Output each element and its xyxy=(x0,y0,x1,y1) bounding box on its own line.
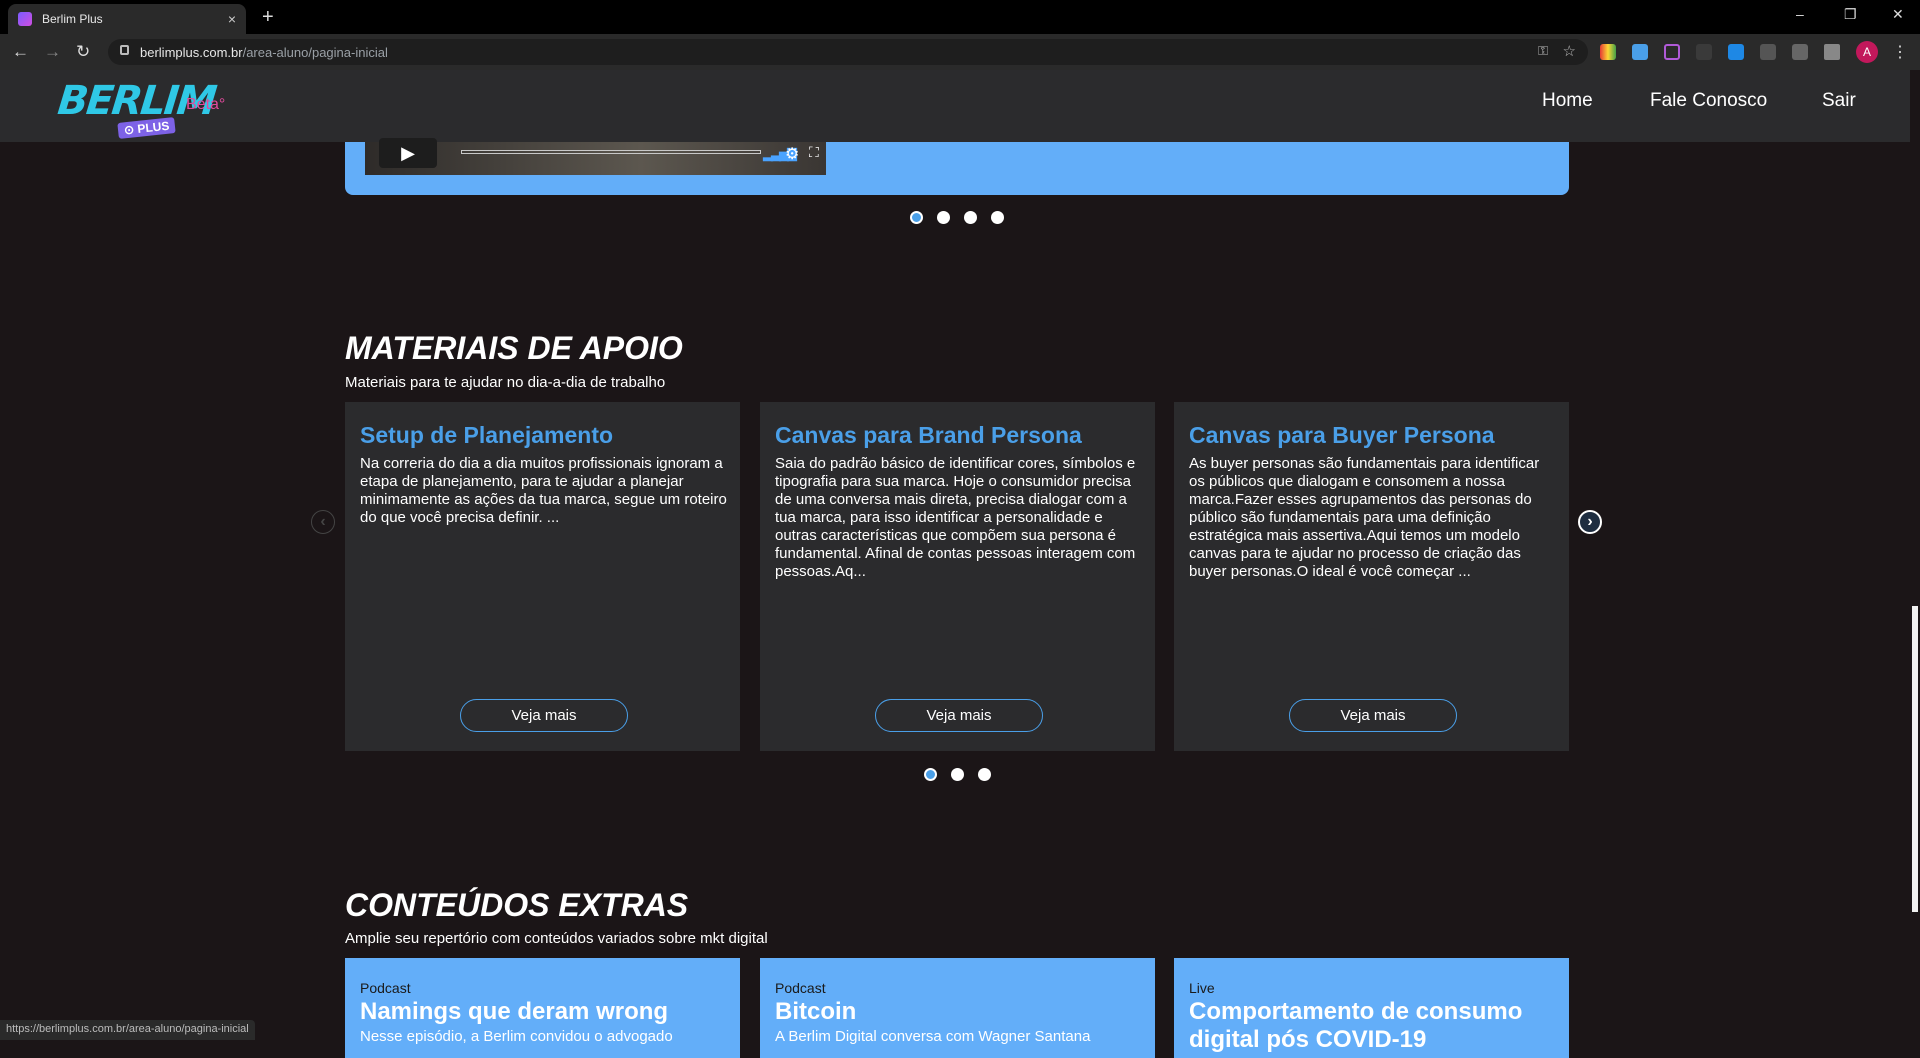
browser-tabbar: Berlim Plus × + – ❐ ✕ xyxy=(0,0,1920,34)
carousel-dot[interactable] xyxy=(991,211,1004,224)
card-text: As buyer personas são fundamentais para … xyxy=(1189,455,1540,580)
extension-code-icon[interactable] xyxy=(1792,44,1808,60)
window-close-icon[interactable]: ✕ xyxy=(1892,6,1904,23)
card-title[interactable]: Canvas para Brand Persona xyxy=(775,422,1082,449)
nav-home[interactable]: Home xyxy=(1542,90,1593,112)
materiais-subtitle: Materiais para te ajudar no dia-a-dia de… xyxy=(345,374,666,391)
card-title[interactable]: Canvas para Buyer Persona xyxy=(1189,422,1495,449)
extra-tag: Podcast xyxy=(360,980,411,996)
nav-sair[interactable]: Sair xyxy=(1822,90,1856,112)
carousel-prev-button[interactable]: ‹ xyxy=(311,510,335,534)
video-carousel-dots xyxy=(910,211,1004,224)
extra-title[interactable]: Comportamento de consumo digital pós COV… xyxy=(1189,998,1564,1054)
video-progress-bar[interactable] xyxy=(461,150,761,154)
extra-card[interactable]: Podcast Bitcoin A Berlim Digital convers… xyxy=(760,958,1155,1058)
extra-tag: Live xyxy=(1189,980,1215,996)
extension-pen-icon[interactable] xyxy=(1632,44,1648,60)
address-bar-row: ← → ↻ berlimplus.com.br/area-aluno/pagin… xyxy=(0,34,1920,70)
video-player[interactable]: ▶ ▂▃▅▇ ⚙ ⛶ xyxy=(365,138,826,175)
veja-mais-button[interactable]: Veja mais xyxy=(1289,699,1457,732)
url-field[interactable]: berlimplus.com.br/area-aluno/pagina-inic… xyxy=(108,39,1588,65)
beta-label: Beta° xyxy=(186,96,226,113)
materiais-carousel-dots xyxy=(924,768,991,781)
extras-subtitle: Amplie seu repertório com conteúdos vari… xyxy=(345,930,768,947)
berlim-logo[interactable]: BERLIM ⊙ PLUS xyxy=(56,76,217,140)
material-card: Setup de Planejamento Na correria do dia… xyxy=(345,402,740,751)
nav-fale-conosco[interactable]: Fale Conosco xyxy=(1650,90,1767,112)
minimize-icon[interactable]: – xyxy=(1796,6,1804,22)
lock-icon xyxy=(120,45,129,55)
play-icon[interactable]: ▶ xyxy=(379,138,437,168)
browser-menu-icon[interactable]: ⋮ xyxy=(1892,42,1908,62)
veja-mais-button[interactable]: Veja mais xyxy=(875,699,1043,732)
extra-title[interactable]: Namings que deram wrong xyxy=(360,998,735,1026)
extra-card[interactable]: Podcast Namings que deram wrong Nesse ep… xyxy=(345,958,740,1058)
favicon-icon xyxy=(18,12,32,26)
card-title[interactable]: Setup de Planejamento xyxy=(360,422,613,449)
material-card: Canvas para Buyer Persona As buyer perso… xyxy=(1174,402,1569,751)
material-card: Canvas para Brand Persona Saia do padrão… xyxy=(760,402,1155,751)
carousel-dot[interactable] xyxy=(978,768,991,781)
site-header: BERLIM ⊙ PLUS Beta° Home Fale Conosco Sa… xyxy=(0,70,1910,142)
scrollbar-thumb[interactable] xyxy=(1912,606,1918,912)
carousel-dot[interactable] xyxy=(910,211,923,224)
back-arrow-icon[interactable]: ← xyxy=(12,42,29,62)
carousel-dot[interactable] xyxy=(964,211,977,224)
carousel-next-button[interactable]: › xyxy=(1578,510,1602,534)
extension-color-icon[interactable] xyxy=(1600,44,1616,60)
forward-arrow-icon[interactable]: → xyxy=(44,42,61,62)
profile-avatar[interactable]: A xyxy=(1856,41,1878,63)
browser-tab[interactable]: Berlim Plus × xyxy=(8,4,246,34)
url-text: berlimplus.com.br/area-aluno/pagina-inic… xyxy=(140,45,388,60)
extra-title[interactable]: Bitcoin xyxy=(775,998,1150,1026)
tab-close-icon[interactable]: × xyxy=(228,11,236,27)
new-tab-button[interactable]: + xyxy=(262,6,274,29)
key-icon[interactable]: ⚿ xyxy=(1538,43,1548,59)
carousel-dot[interactable] xyxy=(924,768,937,781)
extra-tag: Podcast xyxy=(775,980,826,996)
card-text: Saia do padrão básico de identificar cor… xyxy=(775,455,1136,580)
extra-card[interactable]: Live Comportamento de consumo digital pó… xyxy=(1174,958,1569,1058)
reload-icon[interactable]: ↻ xyxy=(76,42,90,62)
extension-translate-icon[interactable] xyxy=(1728,44,1744,60)
extras-title: CONTEÚDOS EXTRAS xyxy=(345,887,689,923)
extra-desc: Nesse episódio, a Berlim convidou o advo… xyxy=(360,1028,673,1045)
veja-mais-button[interactable]: Veja mais xyxy=(460,699,628,732)
extension-m-icon[interactable] xyxy=(1760,44,1776,60)
card-text: Na correria do dia a dia muitos profissi… xyxy=(360,455,727,526)
tab-title: Berlim Plus xyxy=(42,12,103,26)
video-slide: ▶ ▂▃▅▇ ⚙ ⛶ xyxy=(345,138,1569,195)
extra-desc: A Berlim Digital conversa com Wagner San… xyxy=(775,1028,1091,1045)
fullscreen-icon[interactable]: ⛶ xyxy=(809,144,819,161)
restore-icon[interactable]: ❐ xyxy=(1844,6,1857,23)
materiais-title: MATERIAIS DE APOIO xyxy=(345,330,683,366)
extension-braces-icon[interactable] xyxy=(1664,44,1680,60)
extensions-puzzle-icon[interactable] xyxy=(1824,44,1840,60)
gear-icon[interactable]: ⚙ xyxy=(785,144,799,164)
bookmark-star-icon[interactable]: ☆ xyxy=(1563,42,1576,60)
carousel-dot[interactable] xyxy=(937,211,950,224)
status-bar-url: https://berlimplus.com.br/area-aluno/pag… xyxy=(0,1020,255,1040)
carousel-dot[interactable] xyxy=(951,768,964,781)
extension-signal-icon[interactable] xyxy=(1696,44,1712,60)
